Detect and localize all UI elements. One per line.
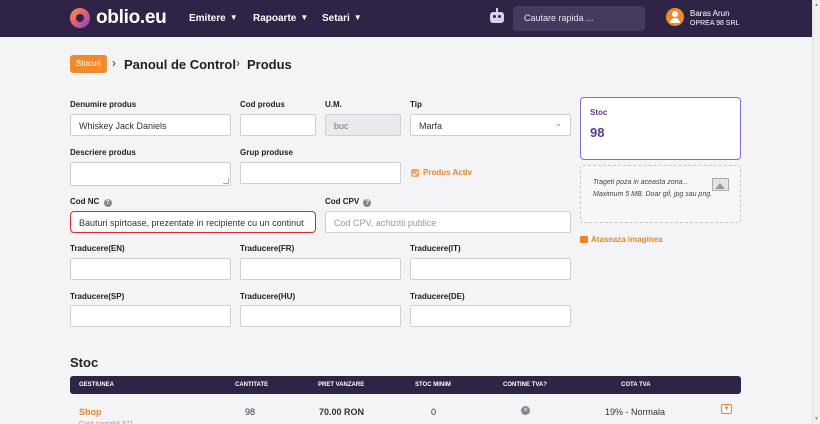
oblio-logo-icon[interactable] xyxy=(70,8,90,28)
help-icon[interactable]: ? xyxy=(103,199,112,207)
traducere-sp-label: Traducere(SP) xyxy=(70,292,125,301)
nav-rapoarte-label: Rapoarte xyxy=(253,13,297,24)
um-label: U.M. xyxy=(325,100,342,109)
row-gestiune[interactable]: Shop xyxy=(79,407,102,417)
chevron-down-icon: ▼ xyxy=(300,13,309,22)
col-cantitate: CANTITATE xyxy=(235,382,269,388)
traducere-hu-input[interactable] xyxy=(240,305,401,327)
row-cantitate: 98 xyxy=(245,407,256,417)
image-icon xyxy=(580,236,588,243)
descriere-label: Descriere produs xyxy=(70,148,136,157)
tip-label: Tip xyxy=(410,100,422,109)
stoc-section-title: Stoc xyxy=(70,355,99,370)
traducere-en-label: Traducere(EN) xyxy=(70,244,125,253)
cod-cpv-input[interactable]: Cod CPV, achizitii publice xyxy=(325,211,571,233)
row-stoc-minim: 0 xyxy=(431,407,437,417)
denumire-input[interactable]: Whiskey Jack Daniels xyxy=(70,114,231,136)
image-dropzone[interactable]: Trageti poza in aceasta zona... Maximum … xyxy=(580,165,741,223)
produs-activ-checkbox[interactable] xyxy=(411,169,419,177)
denumire-label: Denumire produs xyxy=(70,100,137,109)
page-title: Produs xyxy=(247,57,292,72)
stoc-card-title: Stoc xyxy=(590,108,608,117)
avatar[interactable] xyxy=(666,8,684,26)
descriere-textarea[interactable] xyxy=(70,162,231,186)
user-name[interactable]: Baras Arun xyxy=(690,9,730,18)
nav-setari[interactable]: Setari ▼ xyxy=(322,13,362,24)
traducere-fr-input[interactable] xyxy=(240,258,401,280)
search-input[interactable]: Cautare rapida ... xyxy=(513,6,645,31)
nav-emitere-label: Emitere xyxy=(189,13,226,24)
logo-text[interactable]: oblio.eu xyxy=(96,7,167,29)
row-expand-button[interactable]: ▼ xyxy=(721,404,732,414)
produs-activ-label[interactable]: Produs Activ xyxy=(423,168,472,177)
close-circle-icon: × xyxy=(521,406,530,415)
breadcrumb-panoul-de-control[interactable]: Panoul de Control xyxy=(124,57,236,72)
tip-value: Marfa xyxy=(419,121,443,131)
cod-cpv-label: Cod CPV ? xyxy=(325,197,372,207)
user-company[interactable]: OPREA 98 SRL xyxy=(690,20,739,27)
traducere-fr-label: Traducere(FR) xyxy=(240,244,295,253)
um-input: buc xyxy=(325,114,401,136)
stoc-card-value: 98 xyxy=(590,125,605,140)
attach-image-link[interactable]: Ataseaza imaginea xyxy=(580,235,663,244)
cod-nc-label: Cod NC ? xyxy=(70,197,112,207)
traducere-it-input[interactable] xyxy=(410,258,571,280)
col-contine-tva: CONTINE TVA? xyxy=(503,382,547,388)
cod-produs-label: Cod produs xyxy=(240,100,285,109)
traducere-en-input[interactable] xyxy=(70,258,231,280)
image-icon xyxy=(709,176,729,191)
dropzone-text: Trageti poza in aceasta zona... xyxy=(593,179,689,186)
chevron-down-icon: ▼ xyxy=(353,13,362,22)
grup-input[interactable] xyxy=(240,162,401,184)
stoc-table-header: GESTIUNEA CANTITATE PRET VANZARE STOC MI… xyxy=(70,376,741,394)
attach-image-label: Ataseaza imaginea xyxy=(591,235,663,244)
traducere-de-input[interactable] xyxy=(410,305,571,327)
dropzone-subtext: Maximum 5 MB. Doar gif, jpg sau png. xyxy=(593,191,713,198)
nav-emitere[interactable]: Emitere ▼ xyxy=(189,13,238,24)
traducere-sp-input[interactable] xyxy=(70,305,231,327)
scroll-up-arrow-icon[interactable]: ▲ xyxy=(814,2,819,8)
cod-cpv-label-text: Cod CPV xyxy=(325,197,360,206)
row-detail-text: Cont contabil 371 xyxy=(79,419,159,424)
col-pret-vanzare: PRET VANZARE xyxy=(318,382,365,388)
resize-handle-icon[interactable] xyxy=(223,178,229,184)
grup-label: Grup produse xyxy=(240,148,293,157)
traducere-de-label: Traducere(DE) xyxy=(410,292,465,301)
cod-produs-input[interactable] xyxy=(240,114,316,136)
breadcrumb-separator-icon: › xyxy=(236,56,240,70)
help-icon[interactable]: ? xyxy=(363,199,372,207)
breadcrumb-separator-icon: › xyxy=(112,56,116,70)
nav-rapoarte[interactable]: Rapoarte ▼ xyxy=(253,13,308,24)
traducere-hu-label: Traducere(HU) xyxy=(240,292,296,301)
chevron-down-icon: ▼ xyxy=(229,13,238,22)
col-cota-tva: COTA TVA xyxy=(621,382,651,388)
breadcrumb-stocuri-badge[interactable]: Stocuri xyxy=(70,55,107,73)
scrollbar[interactable] xyxy=(812,0,820,424)
stoc-card: Stoc 98 xyxy=(580,97,741,160)
traducere-it-label: Traducere(IT) xyxy=(410,244,461,253)
chevron-down-icon: ⌄ xyxy=(555,119,562,128)
cod-nc-label-text: Cod NC xyxy=(70,197,100,206)
robot-icon[interactable] xyxy=(490,12,504,23)
col-stoc-minim: STOC MINIM xyxy=(415,382,451,388)
cod-nc-input[interactable]: Bauturi spirtoase, prezentate in recipie… xyxy=(70,211,316,233)
col-gestiunea: GESTIUNEA xyxy=(79,382,115,388)
tip-select[interactable]: Marfa ⌄ xyxy=(410,114,571,136)
row-cota-tva: 19% - Normala xyxy=(605,407,666,417)
scroll-down-arrow-icon[interactable]: ▼ xyxy=(814,416,819,422)
nav-setari-label: Setari xyxy=(322,13,350,24)
row-pret-vanzare: 70.00 RON xyxy=(319,407,365,417)
